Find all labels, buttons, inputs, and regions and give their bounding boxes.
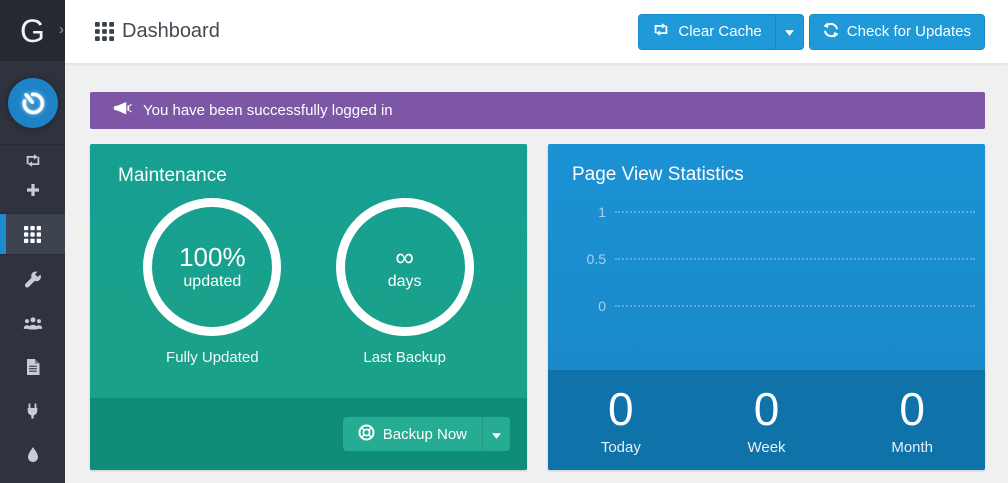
- sidebar-brand: [0, 61, 65, 145]
- sidebar-collapse-chevron-icon[interactable]: ›: [59, 21, 64, 38]
- maintenance-gauges: 100% updated Fully Updated ∞ days: [90, 198, 527, 366]
- maintenance-title: Maintenance: [118, 165, 527, 187]
- login-notification-banner: You have been successfully logged in: [90, 92, 985, 129]
- sidebar-nav: [0, 145, 65, 477]
- y-axis-tick: 0.5: [570, 251, 606, 267]
- grid-icon: [95, 22, 114, 41]
- chart-row: 0: [570, 296, 975, 316]
- update-gauge-value: 100%: [179, 243, 246, 272]
- sidebar-item-settings[interactable]: [0, 257, 65, 301]
- header-actions: Clear Cache: [638, 14, 985, 50]
- sidebar-item-pages[interactable]: [0, 345, 65, 389]
- users-icon: [23, 316, 43, 331]
- chart-row: 0.5: [570, 249, 975, 269]
- clear-cache-dropdown-button[interactable]: [775, 14, 804, 50]
- statistics-footer: 0 Today 0 Week 0 Month: [548, 370, 985, 470]
- counter-week-label: Week: [747, 439, 785, 456]
- caret-down-icon: [785, 23, 794, 40]
- maintenance-footer: Backup Now: [90, 398, 527, 470]
- y-axis-tick: 1: [570, 204, 606, 220]
- page-title-text: Dashboard: [122, 20, 220, 43]
- main-column: Dashboard Clear Cache: [65, 0, 1008, 483]
- backup-gauge-label: Last Backup: [363, 349, 446, 366]
- refresh-icon: [823, 22, 839, 42]
- page-view-statistics-card: Page View Statistics 1 0.5 0: [548, 144, 985, 470]
- content: You have been successfully logged in Mai…: [65, 64, 1008, 483]
- sidebar-item-refresh[interactable]: [0, 145, 65, 175]
- backup-button-group: Backup Now: [343, 417, 510, 451]
- sidebar-item-users[interactable]: [0, 301, 65, 345]
- sidebar-item-dashboard[interactable]: [0, 213, 65, 255]
- gridline: [615, 211, 975, 213]
- droplet-icon: [27, 447, 39, 463]
- page-title: Dashboard: [95, 20, 220, 43]
- backup-gauge-circle: ∞ days: [336, 198, 474, 336]
- chart-row: 1: [570, 202, 975, 222]
- grid-icon: [24, 226, 41, 243]
- backup-now-label: Backup Now: [383, 426, 467, 443]
- clear-cache-button-group: Clear Cache: [638, 14, 803, 50]
- retweet-icon: [24, 154, 42, 167]
- file-icon: [26, 359, 40, 375]
- sidebar-item-add[interactable]: [0, 175, 65, 205]
- page-view-chart: 1 0.5 0: [570, 202, 975, 316]
- clear-cache-label: Clear Cache: [678, 23, 761, 40]
- update-gauge-label: Fully Updated: [166, 349, 259, 366]
- counter-today-label: Today: [601, 439, 641, 456]
- sidebar-item-plugins[interactable]: [0, 389, 65, 433]
- dashboard-cards: Maintenance 100% updated Fully Updated: [90, 144, 985, 470]
- maintenance-body: Maintenance 100% updated Fully Updated: [90, 144, 527, 398]
- check-updates-label: Check for Updates: [847, 23, 971, 40]
- sidebar-item-theme[interactable]: [0, 433, 65, 477]
- app-window: G ›: [0, 0, 1008, 483]
- counter-today: 0 Today: [548, 384, 694, 456]
- statistics-body: Page View Statistics 1 0.5 0: [548, 144, 985, 370]
- y-axis-tick: 0: [570, 298, 606, 314]
- notification-message: You have been successfully logged in: [143, 102, 393, 119]
- counter-week: 0 Week: [694, 384, 840, 456]
- gridline: [615, 258, 975, 260]
- backup-dropdown-button[interactable]: [482, 417, 510, 451]
- plug-icon: [25, 403, 40, 419]
- update-gauge-circle: 100% updated: [143, 198, 281, 336]
- counter-week-value: 0: [754, 386, 780, 432]
- check-updates-button[interactable]: Check for Updates: [809, 14, 985, 50]
- update-gauge-unit: updated: [183, 272, 241, 291]
- backup-gauge-unit: days: [388, 272, 422, 291]
- maintenance-card: Maintenance 100% updated Fully Updated: [90, 144, 527, 470]
- sidebar-logo[interactable]: G ›: [0, 0, 65, 61]
- statistics-title: Page View Statistics: [572, 164, 975, 186]
- counter-month: 0 Month: [839, 384, 985, 456]
- gridline: [615, 305, 975, 307]
- update-gauge: 100% updated Fully Updated: [142, 198, 282, 366]
- power-logo-icon: [8, 78, 58, 128]
- header: Dashboard Clear Cache: [65, 0, 1008, 64]
- sidebar: G ›: [0, 0, 65, 483]
- plus-icon: [26, 183, 40, 197]
- bullhorn-icon: [113, 101, 132, 120]
- counter-today-value: 0: [608, 386, 634, 432]
- caret-down-icon: [492, 426, 501, 443]
- logo-letter: G: [20, 15, 45, 47]
- backup-gauge-value: ∞: [395, 243, 414, 272]
- retweet-icon: [652, 23, 670, 40]
- clear-cache-button[interactable]: Clear Cache: [638, 14, 774, 50]
- counter-month-label: Month: [891, 439, 933, 456]
- backup-now-button[interactable]: Backup Now: [343, 417, 482, 451]
- life-ring-icon: [358, 424, 375, 445]
- backup-gauge: ∞ days Last Backup: [335, 198, 475, 366]
- counter-month-value: 0: [899, 386, 925, 432]
- wrench-icon: [24, 271, 41, 288]
